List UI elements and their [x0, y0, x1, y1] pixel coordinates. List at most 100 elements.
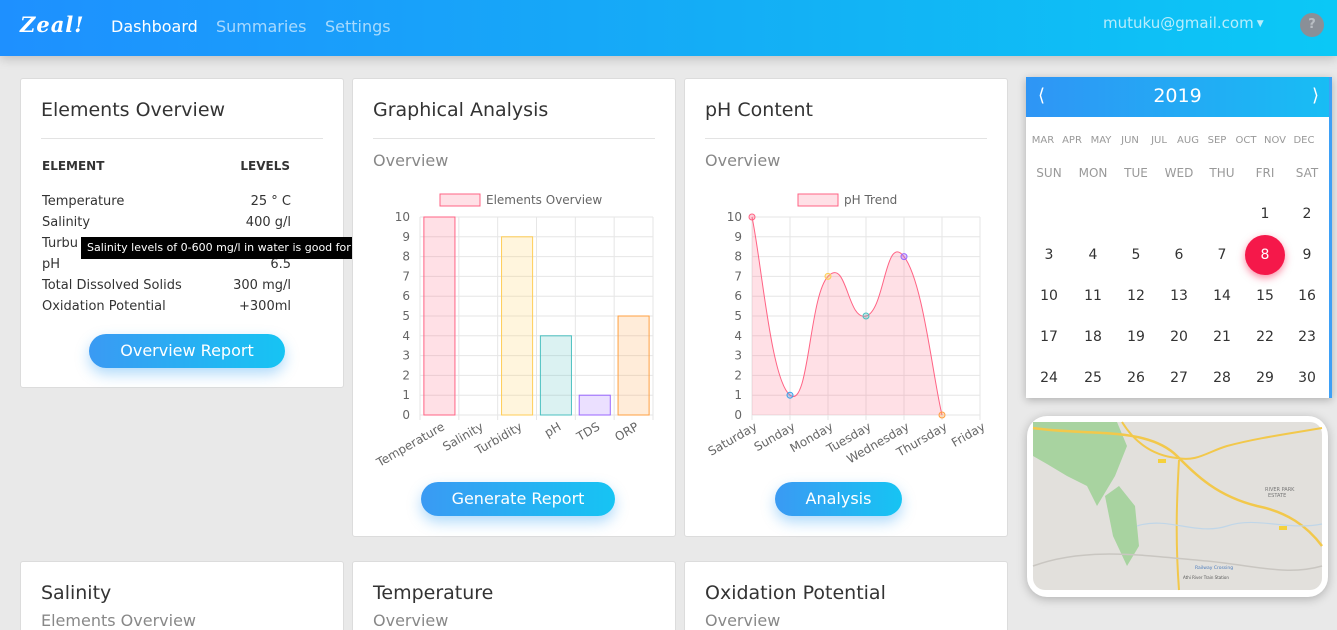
element-level: 400 g/l: [245, 215, 291, 230]
calendar-day[interactable]: 10: [1029, 276, 1069, 316]
calendar-day[interactable]: 23: [1287, 317, 1327, 357]
help-icon[interactable]: ?: [1300, 13, 1324, 37]
element-name[interactable]: Salinity: [42, 215, 90, 230]
nav-dashboard[interactable]: Dashboard: [111, 17, 198, 36]
month-oct[interactable]: OCT: [1232, 135, 1260, 146]
y-tick-label: 3: [734, 349, 742, 363]
calendar-day[interactable]: 3: [1029, 235, 1069, 275]
calendar-day[interactable]: 17: [1029, 317, 1069, 357]
map-label: ESTATE: [1268, 493, 1286, 499]
ph-point-saturday[interactable]: [748, 213, 756, 221]
calendar-day-selected[interactable]: 8: [1245, 235, 1285, 275]
salinity-tooltip: Salinity levels of 0-600 mg/l in water i…: [81, 237, 394, 276]
map-graphic: RIVER PARK ESTATE Railway Crossing Athi …: [1032, 421, 1323, 591]
x-tick-label: TDS: [573, 419, 602, 444]
overview-report-button[interactable]: Overview Report: [89, 334, 285, 368]
calendar-year[interactable]: 2019: [1026, 85, 1329, 107]
calendar-day[interactable]: 21: [1202, 317, 1242, 357]
column-header-levels: LEVELS: [240, 159, 290, 173]
y-tick-label: 9: [402, 230, 410, 244]
calendar-day[interactable]: 7: [1202, 235, 1242, 275]
x-tick-label: Temperature: [373, 419, 447, 470]
ph-point-wednesday[interactable]: [900, 253, 908, 261]
legend-swatch[interactable]: [439, 193, 481, 207]
calendar-day[interactable]: 6: [1159, 235, 1199, 275]
card-subtitle: Elements Overview: [41, 611, 196, 630]
card-title: pH Content: [705, 99, 813, 121]
bar-temperature[interactable]: [423, 216, 456, 416]
y-tick-label: 8: [734, 250, 742, 264]
calendar-day[interactable]: 1: [1245, 194, 1285, 234]
next-year-arrow-icon[interactable]: ⟩: [1312, 85, 1319, 106]
calendar-day[interactable]: 30: [1287, 358, 1327, 398]
oxidation-potential-card: Oxidation Potential Overview: [684, 561, 1008, 630]
calendar-day[interactable]: 5: [1116, 235, 1156, 275]
bar-turbidity[interactable]: [501, 236, 534, 416]
month-apr[interactable]: APR: [1058, 135, 1086, 146]
element-level: 6.5: [270, 257, 291, 272]
calendar-day[interactable]: 25: [1073, 358, 1113, 398]
chevron-down-icon: ▼: [1256, 18, 1264, 29]
user-menu[interactable]: mutuku@gmail.com ▼: [1103, 14, 1264, 32]
ph-point-thursday[interactable]: [938, 411, 946, 419]
month-aug[interactable]: AUG: [1174, 135, 1202, 146]
ph-content-card: pH Content Overview pH Trend 0 1 2 3 4 5 6 7 8 9 10…: [684, 78, 1008, 537]
calendar-day[interactable]: 24: [1029, 358, 1069, 398]
calendar-day[interactable]: 28: [1202, 358, 1242, 398]
bar-tds[interactable]: [578, 394, 611, 416]
calendar-day[interactable]: 26: [1116, 358, 1156, 398]
generate-report-button[interactable]: Generate Report: [421, 482, 615, 516]
calendar-day[interactable]: 20: [1159, 317, 1199, 357]
calendar-day[interactable]: 16: [1287, 276, 1327, 316]
element-level: 300 mg/l: [233, 278, 291, 293]
month-sep[interactable]: SEP: [1203, 135, 1231, 146]
calendar-day[interactable]: 11: [1073, 276, 1113, 316]
calendar-day[interactable]: 22: [1245, 317, 1285, 357]
calendar-day[interactable]: 18: [1073, 317, 1113, 357]
analysis-button[interactable]: Analysis: [775, 482, 902, 516]
legend-swatch[interactable]: [797, 193, 839, 207]
calendar-day[interactable]: 19: [1116, 317, 1156, 357]
month-may[interactable]: MAY: [1087, 135, 1115, 146]
legend-label[interactable]: pH Trend: [844, 193, 897, 207]
legend-label[interactable]: Elements Overview: [486, 193, 602, 207]
calendar-day[interactable]: 29: [1245, 358, 1285, 398]
y-tick-label: 8: [402, 250, 410, 264]
calendar-day[interactable]: 4: [1073, 235, 1113, 275]
graphical-analysis-card: Graphical Analysis Overview Elements Ove…: [352, 78, 676, 537]
x-tick-label: Saturday: [706, 419, 760, 458]
calendar-day[interactable]: 9: [1287, 235, 1327, 275]
calendar-day[interactable]: 13: [1159, 276, 1199, 316]
y-tick-label: 6: [734, 289, 742, 303]
month-dec[interactable]: DEC: [1290, 135, 1318, 146]
salinity-card: Salinity Elements Overview: [20, 561, 344, 630]
month-jun[interactable]: JUN: [1116, 135, 1144, 146]
ph-point-monday[interactable]: [824, 272, 832, 280]
ph-point-tuesday[interactable]: [862, 312, 870, 320]
y-tick-label: 5: [734, 309, 742, 323]
calendar-day[interactable]: 27: [1159, 358, 1199, 398]
weekday-sat: SAT: [1295, 166, 1319, 180]
temperature-card: Temperature Overview: [352, 561, 676, 630]
y-tick-label: 4: [734, 329, 742, 343]
location-map[interactable]: RIVER PARK ESTATE Railway Crossing Athi …: [1027, 416, 1328, 597]
calendar-day[interactable]: 12: [1116, 276, 1156, 316]
y-tick-label: 0: [734, 408, 742, 422]
calendar-day[interactable]: 14: [1202, 276, 1242, 316]
calendar-day[interactable]: 2: [1287, 194, 1327, 234]
bar-orp[interactable]: [617, 315, 650, 416]
ph-point-sunday[interactable]: [786, 391, 794, 399]
month-nov[interactable]: NOV: [1261, 135, 1289, 146]
brand-logo[interactable]: Zeal!: [20, 12, 85, 37]
bar-ph[interactable]: [539, 335, 572, 416]
nav-summaries[interactable]: Summaries: [216, 17, 306, 36]
map-label: Athi River Train Station: [1183, 575, 1229, 580]
month-mar[interactable]: MAR: [1029, 135, 1057, 146]
weekday-thu: THU: [1209, 166, 1235, 180]
calendar-day[interactable]: 15: [1245, 276, 1285, 316]
nav-settings[interactable]: Settings: [325, 17, 391, 36]
y-tick-label: 2: [402, 368, 410, 382]
y-tick-label: 3: [402, 349, 410, 363]
element-level: 25 ° C: [250, 194, 291, 209]
month-jul[interactable]: JUL: [1145, 135, 1173, 146]
